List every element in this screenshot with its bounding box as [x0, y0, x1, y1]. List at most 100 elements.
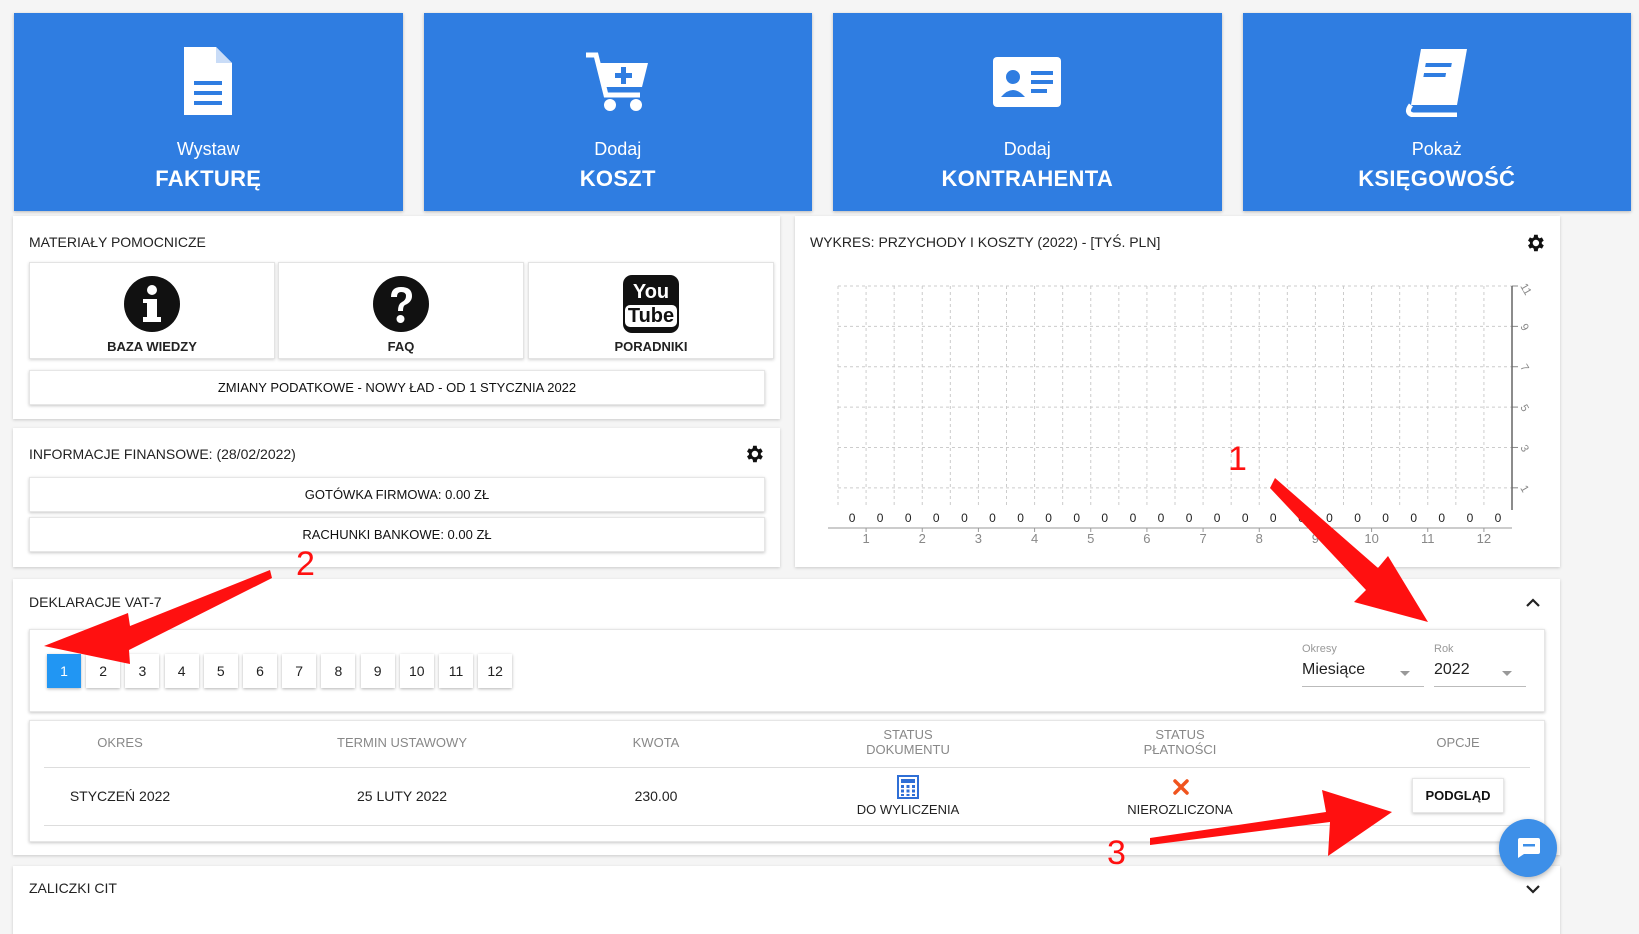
chart-value-label: 0: [1130, 511, 1137, 525]
show-accounting-tile[interactable]: Pokaż KSIĘGOWOŚĆ: [1242, 13, 1631, 211]
faq-label: FAQ: [387, 339, 415, 354]
x-tick-label: 10: [1364, 531, 1378, 546]
header-status-pl-line2: PŁATNOŚCI: [1143, 742, 1217, 757]
guides-button[interactable]: You Tube PORADNIKI: [528, 262, 774, 359]
row-okres: STYCZEŃ 2022: [69, 788, 171, 804]
tile-sub: Dodaj: [1003, 139, 1051, 159]
chart-value-label: 0: [1017, 511, 1024, 525]
row-termin: 25 LUTY 2022: [356, 788, 448, 804]
chat-widget-button[interactable]: [1499, 819, 1557, 877]
chart-value-label: 0: [1495, 511, 1502, 525]
x-tick-label: 9: [1312, 531, 1319, 546]
id-card-icon: [993, 57, 1062, 107]
tile-main: KONTRAHENTA: [941, 166, 1114, 191]
book-icon: [1405, 49, 1467, 117]
month-page-button[interactable]: 8: [321, 654, 356, 688]
year-select-label: Rok: [1434, 643, 1454, 655]
month-page-button[interactable]: 6: [243, 654, 277, 688]
cross-icon: [1173, 779, 1189, 795]
chart-value-label: 0: [1045, 511, 1052, 525]
faq-button[interactable]: FAQ: [278, 262, 524, 359]
header-status-pl: STATUS PŁATNOŚCI: [1100, 727, 1260, 757]
month-page-button[interactable]: 3: [125, 654, 160, 688]
x-tick-label: 4: [1031, 531, 1038, 546]
youtube-you-text: You: [632, 281, 670, 303]
preview-button[interactable]: PODGLĄD: [1412, 778, 1504, 813]
month-page-button[interactable]: 7: [282, 654, 317, 688]
y-tick-label: 5: [1517, 403, 1530, 414]
table-header-divider: [44, 767, 1530, 768]
tile-sub: Pokaż: [1411, 139, 1462, 159]
chart-value-label: 0: [1242, 511, 1249, 525]
tile-sub: Wystaw: [176, 139, 240, 159]
year-select-value: 2022: [1434, 661, 1470, 678]
chart-value-label: 0: [1101, 511, 1108, 525]
youtube-tube-text: Tube: [624, 305, 678, 327]
row-status-dok: DO WYLICZENIA: [856, 802, 960, 817]
financial-info-title: INFORMACJE FINANSOWE: (28/02/2022): [29, 446, 296, 462]
calculator-icon: [897, 775, 919, 799]
youtube-icon: You Tube: [623, 275, 679, 333]
chat-icon: [1518, 838, 1540, 858]
header-okres: OKRES: [97, 735, 143, 750]
chart-value-label: 0: [1410, 511, 1417, 525]
header-status-dok-line2: DOKUMENTU: [866, 742, 950, 757]
x-tick-label: 8: [1256, 531, 1263, 546]
help-materials-title: MATERIAŁY POMOCNICZE: [29, 234, 206, 250]
financial-settings-gear-icon[interactable]: [743, 443, 765, 465]
company-cash-row[interactable]: GOTÓWKA FIRMOWA: 0.00 ZŁ: [29, 477, 765, 512]
tax-changes-banner[interactable]: ZMIANY PODATKOWE - NOWY ŁAD - OD 1 STYCZ…: [29, 370, 765, 405]
chart-title: WYKRES: PRZYCHODY I KOSZTY (2022) - [TYŚ…: [810, 234, 1161, 250]
x-tick-label: 7: [1199, 531, 1206, 546]
month-page-button[interactable]: 2: [86, 654, 121, 688]
cit-card: [13, 866, 1560, 934]
chart-value-label: 0: [1298, 511, 1305, 525]
add-cost-tile[interactable]: Dodaj KOSZT: [423, 13, 812, 211]
month-page-button[interactable]: 1: [47, 654, 81, 688]
bank-accounts-row[interactable]: RACHUNKI BANKOWE: 0.00 ZŁ: [29, 517, 765, 552]
info-icon: [124, 276, 180, 332]
month-page-button[interactable]: 11: [439, 654, 473, 688]
knowledge-base-button[interactable]: BAZA WIEDZY: [29, 262, 275, 359]
y-tick-label: 3: [1517, 443, 1530, 454]
month-page-button[interactable]: 9: [360, 654, 395, 688]
year-select[interactable]: Rok 2022: [1434, 643, 1526, 687]
x-tick-label: 11: [1421, 531, 1435, 546]
header-status-dok-line1: STATUS: [883, 727, 933, 742]
row-kwota: 230.00: [634, 788, 678, 804]
header-opcje: OPCJE: [1436, 735, 1480, 750]
chevron-up-icon[interactable]: [1524, 596, 1542, 610]
chevron-down-icon[interactable]: [1524, 882, 1542, 896]
chart-value-label: 0: [1354, 511, 1361, 525]
header-status-pl-line1: STATUS: [1155, 727, 1205, 742]
row-status-pl: NIEROZLICZONA: [1127, 802, 1233, 817]
chart-value-label: 0: [1438, 511, 1445, 525]
tile-main: KSIĘGOWOŚĆ: [1358, 166, 1516, 191]
issue-invoice-tile[interactable]: Wystaw FAKTURĘ: [14, 13, 403, 211]
knowledge-base-label: BAZA WIEDZY: [107, 339, 197, 354]
chart-settings-gear-icon[interactable]: [1524, 232, 1546, 254]
chart-value-label: 0: [1382, 511, 1389, 525]
y-tick-label: 11: [1517, 282, 1533, 297]
x-tick-label: 1: [862, 531, 869, 546]
header-kwota: KWOTA: [632, 735, 680, 750]
chevron-down-icon: [1502, 671, 1512, 676]
x-tick-label: 5: [1087, 531, 1094, 546]
header-termin: TERMIN USTAWOWY: [337, 735, 467, 750]
month-page-button[interactable]: 10: [399, 654, 434, 688]
chart-value-label: 0: [989, 511, 996, 525]
add-contractor-tile[interactable]: Dodaj KONTRAHENTA: [833, 13, 1222, 211]
chart-value-label: 0: [905, 511, 912, 525]
month-page-button[interactable]: 4: [164, 654, 199, 688]
period-select[interactable]: Okresy Miesiące: [1302, 643, 1424, 687]
chart-value-label: 0: [849, 511, 856, 525]
period-select-value: Miesiące: [1302, 661, 1366, 678]
cart-plus-icon: [585, 52, 648, 111]
x-tick-label: 12: [1477, 531, 1491, 546]
month-page-button[interactable]: 12: [478, 654, 513, 688]
question-icon: [373, 276, 429, 332]
chart-value-label: 0: [1186, 511, 1193, 525]
month-page-button[interactable]: 5: [203, 654, 238, 688]
annotation-number-3: 3: [1107, 834, 1126, 872]
chart-value-label: 0: [877, 511, 884, 525]
